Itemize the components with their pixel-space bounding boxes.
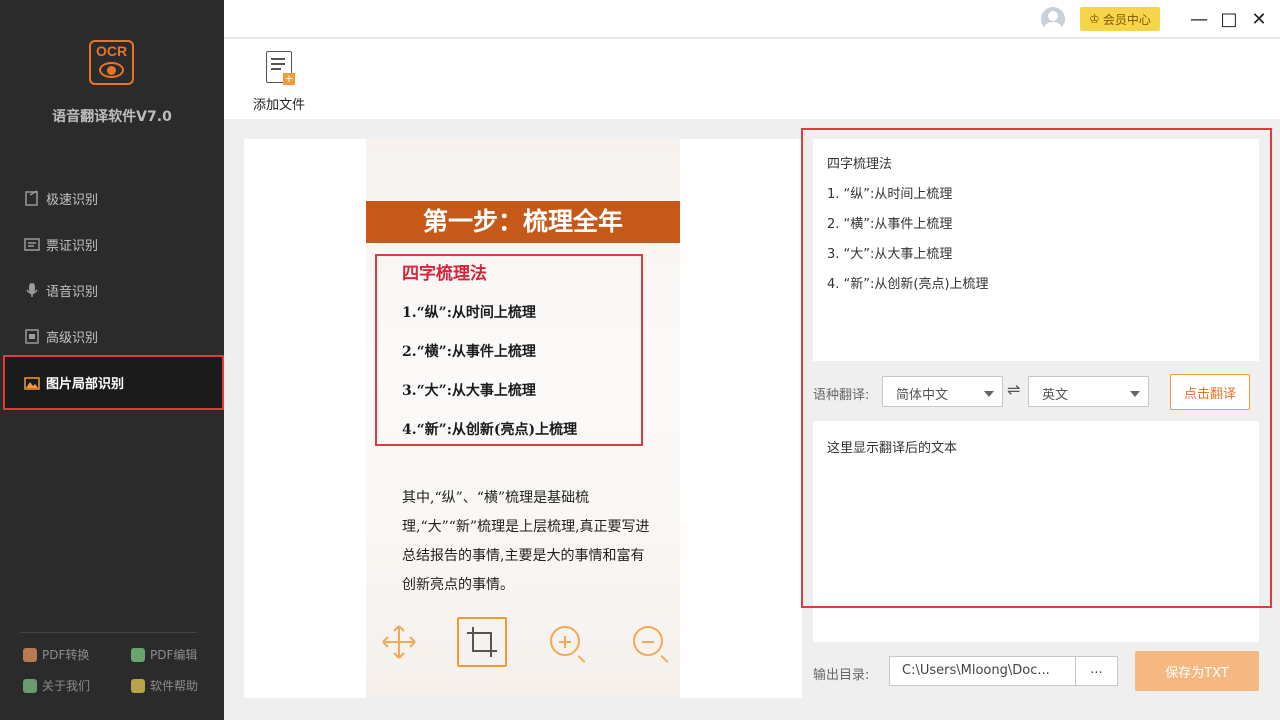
sidebar-item-label: 图片局部识别 [46, 377, 125, 392]
app-title: 语音翻译软件V7.0 [52, 109, 172, 125]
doc-item: 2.“横”:从事件上梳理 [402, 344, 536, 360]
help-link[interactable]: 软件帮助 [131, 677, 198, 694]
save-txt-button[interactable]: 保存为TXT [1135, 651, 1259, 691]
image-preview-panel: 第一步：梳理全年 四字梳理法 1.“纵”:从时间上梳理 2.“横”:从事件上梳理… [244, 139, 802, 698]
title-bar: ♔ 会员中心 — □ ✕ [224, 0, 1280, 38]
pdf-edit-icon [131, 647, 145, 662]
sidebar-item-label: 高级识别 [46, 330, 99, 346]
ocr-line: 2. “横”:从事件上梳理 [827, 217, 953, 232]
chevron-down-icon [984, 391, 994, 397]
add-file-button[interactable]: + 添加文件 [250, 51, 308, 113]
output-row: 输出目录: C:\Users\Mloong\Doc... ... 保存为TXT [813, 650, 1259, 692]
document-image: 第一步：梳理全年 四字梳理法 1.“纵”:从时间上梳理 2.“横”:从事件上梳理… [366, 139, 680, 698]
advanced-recognition-icon [24, 328, 40, 344]
sidebar-item-label: 语音识别 [46, 284, 99, 300]
logo-text: OCR [95, 43, 128, 59]
sidebar-item-ticket-recognition[interactable]: 票证识别 [0, 221, 224, 267]
sidebar-item-image-region[interactable]: 图片局部识别 [3, 355, 224, 410]
ocr-result-text[interactable]: 四字梳理法 1. “纵”:从时间上梳理 2. “横”:从事件上梳理 3. “大”… [813, 139, 1259, 361]
ocr-line: 四字梳理法 [827, 157, 893, 172]
close-button[interactable]: ✕ [1248, 8, 1270, 30]
sidebar-divider [20, 632, 197, 633]
vip-center-label: 会员中心 [1102, 12, 1151, 27]
pdf-edit-link[interactable]: PDF编辑 [131, 646, 197, 663]
user-avatar-icon[interactable] [1041, 7, 1065, 31]
source-language-select[interactable]: 简体中文 [882, 376, 1003, 407]
sidebar-item-advanced-recognition[interactable]: 高级识别 [0, 313, 224, 359]
swap-language-icon[interactable]: ⇌ [1007, 380, 1025, 399]
target-language-value: 英文 [1042, 388, 1069, 403]
move-icon[interactable] [379, 622, 419, 662]
crop-button[interactable] [457, 617, 507, 667]
add-file-label: 添加文件 [252, 98, 305, 113]
zoom-out-icon[interactable] [633, 626, 663, 656]
doc-item: 3.“大”:从大事上梳理 [402, 383, 536, 399]
ocr-line: 3. “大”:从大事上梳理 [827, 247, 953, 262]
sidebar-item-label: 票证识别 [46, 238, 99, 254]
chevron-down-icon [1130, 391, 1140, 397]
doc-item: 1.“纵”:从时间上梳理 [402, 305, 536, 321]
pdf-edit-label: PDF编辑 [150, 648, 198, 662]
logo-pupil [107, 66, 116, 75]
doc-banner: 第一步：梳理全年 [366, 201, 680, 243]
vip-center-button[interactable]: ♔ 会员中心 [1080, 7, 1160, 31]
translation-output[interactable]: 这里显示翻译后的文本 [813, 421, 1259, 642]
pdf-convert-link[interactable]: PDF转换 [23, 646, 89, 663]
target-language-select[interactable]: 英文 [1028, 376, 1149, 407]
doc-heading: 四字梳理法 [402, 264, 487, 284]
output-path-field[interactable]: C:\Users\Mloong\Doc... [889, 656, 1076, 686]
about-link[interactable]: 关于我们 [23, 677, 90, 694]
zoom-in-icon[interactable] [550, 626, 580, 656]
about-label: 关于我们 [42, 679, 91, 693]
translation-row: 语种翻译: 简体中文 ⇌ 英文 点击翻译 [813, 374, 1259, 410]
maximize-button[interactable]: □ [1218, 8, 1240, 30]
fast-recognition-icon [24, 190, 40, 206]
ticket-recognition-icon [24, 236, 40, 252]
help-icon [131, 678, 145, 693]
pdf-convert-label: PDF转换 [42, 648, 90, 662]
doc-paragraph: 其中,“纵”、“横”梳理是基础梳理,“大”“新”梳理是上层梳理,真正要写进总结报… [402, 490, 650, 593]
help-label: 软件帮助 [150, 679, 199, 693]
ocr-logo-icon: OCR [89, 40, 134, 85]
minimize-button[interactable]: — [1188, 8, 1210, 30]
about-icon [23, 678, 37, 693]
sidebar-item-fast-recognition[interactable]: 极速识别 [0, 175, 224, 221]
toolbar: + 添加文件 [224, 39, 1280, 119]
microphone-icon [24, 282, 40, 298]
ocr-line: 4. “新”:从创新(亮点)上梳理 [827, 277, 989, 292]
add-file-icon: + [266, 51, 295, 85]
translation-label: 语种翻译: [813, 388, 870, 403]
ocr-line: 1. “纵”:从时间上梳理 [827, 187, 953, 202]
sidebar: OCR 语音翻译软件V7.0 极速识别 票证识别 语音识别 高级识别 图片局部识… [0, 0, 224, 720]
sidebar-item-voice-recognition[interactable]: 语音识别 [0, 267, 224, 313]
source-language-value: 简体中文 [896, 388, 949, 403]
pdf-convert-icon [23, 647, 37, 662]
crop-icon [467, 627, 497, 657]
image-region-icon [24, 375, 40, 391]
translate-button[interactable]: 点击翻译 [1170, 374, 1250, 410]
crown-icon: ♔ [1089, 12, 1100, 26]
browse-button[interactable]: ... [1075, 656, 1118, 686]
doc-item: 4.“新”:从创新(亮点)上梳理 [402, 422, 578, 438]
sidebar-item-label: 极速识别 [46, 192, 99, 208]
output-dir-label: 输出目录: [813, 668, 870, 683]
